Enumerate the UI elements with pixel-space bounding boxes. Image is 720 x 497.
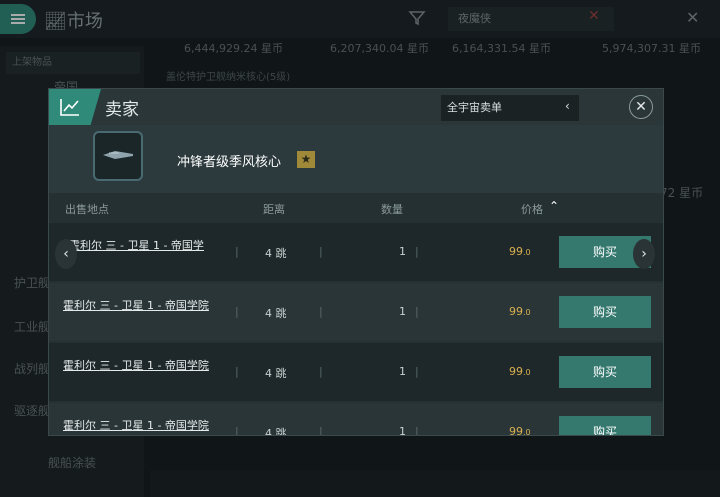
divider: | xyxy=(415,365,419,378)
buy-button[interactable]: 购买 xyxy=(559,416,651,435)
chevron-left-icon[interactable]: ‹ xyxy=(55,239,77,269)
row-location[interactable]: 霍利尔 三 - 卫星 1 - 帝国学院 xyxy=(63,359,213,373)
row-jumps: 4 跳 xyxy=(265,247,287,260)
divider: | xyxy=(319,425,323,436)
item-name: 冲锋者级季风核心 xyxy=(177,155,282,170)
sellers-dialog: 卖家 全宇宙卖单 ‹ ✕ 冲锋者级季风核心 ★ 出售地点 距离 数量 价格 ⌃ … xyxy=(48,88,664,436)
row-qty: 1 xyxy=(399,365,406,378)
table-row: 霍利尔 三 - 卫星 1 - 帝国学院 | 4 跳 | 1 | 99.0 购买 xyxy=(49,343,663,401)
divider: | xyxy=(415,425,419,436)
divider: | xyxy=(319,245,323,258)
column-distance[interactable]: 距离 xyxy=(263,201,285,217)
row-jumps: 4 跳 xyxy=(265,427,287,436)
row-location[interactable]: 霍利尔 三 - 卫星 1 - 帝国学院 xyxy=(63,299,213,313)
chart-icon xyxy=(60,99,79,116)
table-row: 霍利尔 三 - 卫星 1 - 帝国学院 | 4 跳 | 1 | 99.0 购买 xyxy=(49,403,663,436)
row-qty: 1 xyxy=(399,425,406,436)
row-jumps: 4 跳 xyxy=(265,367,287,380)
row-qty: 1 xyxy=(399,305,406,318)
buy-button[interactable]: 购买 xyxy=(559,356,651,388)
row-price: 99.0 xyxy=(509,305,531,318)
dialog-title: 卖家 xyxy=(105,100,139,120)
table-row: 霍利尔 三 - 卫星 1 - 帝国学院 | 4 跳 | 1 | 99.0 购买 xyxy=(49,283,663,341)
row-price: 99.0 xyxy=(509,245,531,258)
divider: | xyxy=(235,365,239,378)
column-quantity[interactable]: 数量 xyxy=(381,201,403,217)
sort-asc-icon[interactable]: ⌃ xyxy=(549,199,559,213)
row-location[interactable]: 霍利尔 三 - 卫星 1 - 帝国学院 xyxy=(63,419,213,433)
table-row: 霍利尔 三 - 卫星 1 - 帝国学 | 4 跳 | 1 | 99.0 购买 xyxy=(49,223,663,281)
divider: | xyxy=(415,245,419,258)
divider: | xyxy=(319,305,323,318)
star-icon: ★ xyxy=(297,151,315,168)
divider: | xyxy=(319,365,323,378)
row-location[interactable]: 霍利尔 三 - 卫星 1 - 帝国学 xyxy=(69,239,219,253)
row-price: 99.0 xyxy=(509,425,531,436)
buy-button[interactable]: 购买 xyxy=(559,296,651,328)
item-icon xyxy=(93,131,143,181)
column-price[interactable]: 价格 xyxy=(521,201,543,217)
chevron-right-icon[interactable]: › xyxy=(633,239,655,269)
row-price: 99.0 xyxy=(509,365,531,378)
divider: | xyxy=(235,245,239,258)
column-location[interactable]: 出售地点 xyxy=(65,201,109,217)
chevron-left-icon[interactable]: ‹ xyxy=(565,99,570,113)
region-select[interactable]: 全宇宙卖单 xyxy=(441,95,579,121)
divider: | xyxy=(235,425,239,436)
row-jumps: 4 跳 xyxy=(265,307,287,320)
divider: | xyxy=(235,305,239,318)
close-icon[interactable]: ✕ xyxy=(629,95,653,119)
row-qty: 1 xyxy=(399,245,406,258)
divider: | xyxy=(415,305,419,318)
